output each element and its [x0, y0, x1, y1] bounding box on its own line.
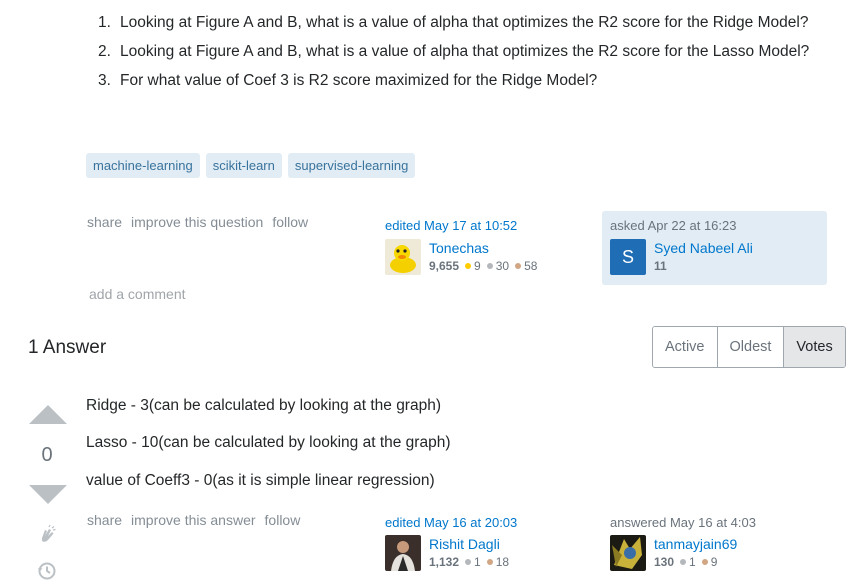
answer-line: Lasso - 10(can be calculated by looking … — [86, 434, 451, 451]
duck-avatar-icon — [385, 239, 421, 275]
add-comment-link[interactable]: add a comment — [89, 286, 186, 302]
editor-username[interactable]: Tonechas — [429, 239, 543, 257]
downvote-arrow-icon[interactable] — [29, 485, 67, 504]
answers-count-heading: 1 Answer — [28, 337, 107, 358]
improve-question-link[interactable]: improve this question — [131, 214, 263, 230]
user-reputation: 9,655 9 30 58 — [429, 259, 543, 273]
history-icon[interactable] — [36, 560, 58, 582]
answer-owner-signature: answered May 16 at 4:03 tanmayjain69 130… — [610, 515, 756, 571]
clapping-hands-icon[interactable] — [36, 524, 58, 546]
question-text: Looking at Figure A and B, what is a val… — [120, 43, 810, 60]
question-post-menu: share improve this question follow — [87, 214, 317, 230]
tab-active[interactable]: Active — [653, 327, 718, 367]
user-reputation: 130 1 9 — [654, 555, 737, 569]
reputation-score: 9,655 — [429, 259, 460, 273]
bronze-badge-icon — [486, 559, 493, 565]
tag-list: machine-learning scikit-learn supervised… — [86, 153, 416, 178]
share-link[interactable]: share — [87, 214, 122, 230]
asked-timestamp[interactable]: asked Apr 22 at 16:23 — [610, 218, 753, 233]
tab-oldest[interactable]: Oldest — [717, 327, 785, 367]
answered-timestamp[interactable]: answered May 16 at 4:03 — [610, 515, 756, 530]
abstract-avatar-icon — [610, 535, 646, 571]
tag-machine-learning[interactable]: machine-learning — [86, 153, 200, 178]
question-item: 3. For what value of Coef 3 is R2 score … — [98, 70, 838, 91]
follow-link[interactable]: follow — [265, 512, 301, 528]
list-number: 3. — [98, 72, 111, 89]
avatar[interactable] — [610, 535, 646, 571]
avatar-letter: S — [621, 246, 634, 267]
avatar[interactable] — [385, 535, 421, 571]
bronze-badges: 9 — [701, 555, 717, 569]
answer-line: value of Coeff3 - 0(as it is simple line… — [86, 472, 435, 489]
silver-badges: 30 — [486, 259, 509, 273]
owner-username[interactable]: tanmayjain69 — [654, 535, 737, 553]
edited-timestamp-link[interactable]: edited May 16 at 20:03 — [385, 515, 517, 530]
user-reputation: 11 — [654, 259, 753, 273]
silver-badges: 1 — [680, 555, 696, 569]
silver-badges: 1 — [465, 555, 481, 569]
question-owner-signature: asked Apr 22 at 16:23 S Syed Nabeel Ali … — [610, 218, 753, 275]
answer-post-menu: share improve this answer follow — [87, 512, 309, 528]
improve-answer-link[interactable]: improve this answer — [131, 512, 256, 528]
bronze-badges: 18 — [486, 555, 509, 569]
follow-link[interactable]: follow — [272, 214, 308, 230]
question-editor-signature: edited May 17 at 10:52 Tonechas 9,655 9 … — [385, 218, 543, 275]
edited-timestamp-link[interactable]: edited May 17 at 10:52 — [385, 218, 543, 233]
answer-editor-signature: edited May 16 at 20:03 Rishit Dagli 1,13… — [385, 515, 517, 571]
answer-line: Ridge - 3(can be calculated by looking a… — [86, 397, 441, 414]
silver-badge-icon — [465, 559, 472, 565]
avatar[interactable] — [385, 239, 421, 275]
vote-count: 0 — [41, 444, 53, 466]
tab-votes[interactable]: Votes — [784, 327, 845, 367]
bronze-badge-icon — [515, 263, 522, 269]
question-item: 2. Looking at Figure A and B, what is a … — [98, 41, 838, 62]
bronze-badge-icon — [701, 559, 708, 565]
user-reputation: 1,132 1 18 — [429, 555, 515, 569]
share-link[interactable]: share — [87, 512, 122, 528]
list-number: 1. — [98, 14, 111, 31]
reputation-score: 11 — [654, 259, 667, 273]
list-number: 2. — [98, 43, 111, 60]
tag-supervised-learning[interactable]: supervised-learning — [287, 153, 416, 178]
tag-scikit-learn[interactable]: scikit-learn — [205, 153, 282, 178]
upvote-arrow-icon[interactable] — [29, 405, 67, 424]
gold-badges: 9 — [465, 259, 481, 273]
reputation-score: 1,132 — [429, 555, 460, 569]
silver-badge-icon — [680, 559, 687, 565]
answer-sort-tabs: Active Oldest Votes — [652, 326, 846, 368]
silver-badge-icon — [486, 263, 493, 269]
reputation-score: 130 — [654, 555, 675, 569]
owner-username[interactable]: Syed Nabeel Ali — [654, 239, 753, 257]
bronze-badges: 58 — [515, 259, 537, 273]
gold-badge-icon — [465, 263, 472, 269]
question-text: Looking at Figure A and B, what is a val… — [120, 14, 809, 31]
avatar[interactable]: S — [610, 239, 646, 275]
editor-username[interactable]: Rishit Dagli — [429, 535, 515, 553]
question-text: For what value of Coef 3 is R2 score max… — [120, 72, 598, 89]
question-item: 1. Looking at Figure A and B, what is a … — [98, 12, 838, 33]
question-list: 1. Looking at Figure A and B, what is a … — [98, 12, 838, 99]
person-avatar-icon — [385, 535, 421, 571]
